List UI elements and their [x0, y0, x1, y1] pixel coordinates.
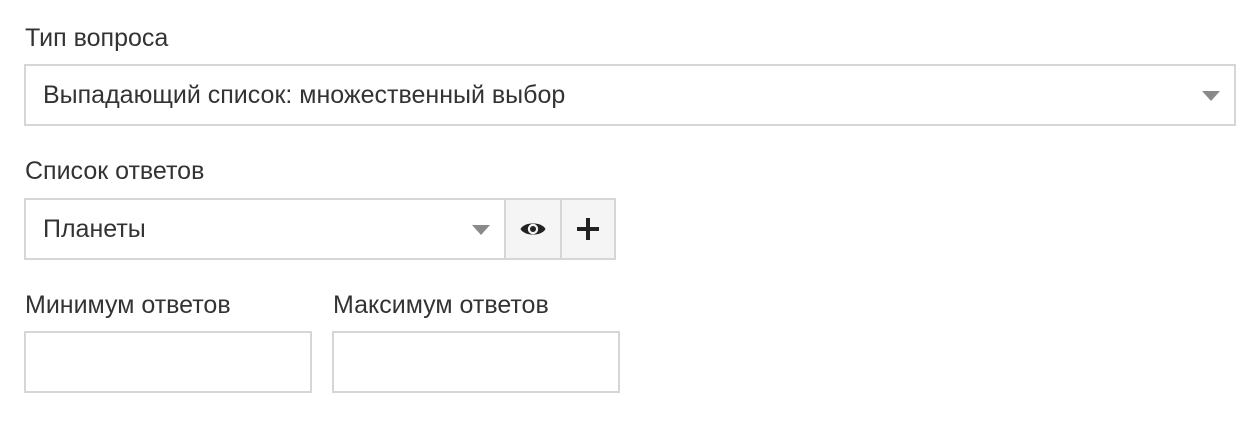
max-answers-label: Максимум ответов [333, 291, 549, 319]
eye-icon [520, 223, 546, 235]
preview-answer-list-button[interactable] [504, 198, 562, 260]
plus-icon [577, 218, 599, 240]
answer-list-select[interactable]: Планеты [24, 198, 506, 260]
question-type-value: Выпадающий список: множественный выбор [43, 80, 566, 109]
max-answers-input[interactable] [332, 331, 620, 393]
add-answer-list-button[interactable] [560, 198, 616, 260]
min-answers-input[interactable] [24, 331, 312, 393]
chevron-down-icon [472, 225, 490, 235]
question-type-select[interactable]: Выпадающий список: множественный выбор [24, 64, 1236, 126]
answer-list-value: Планеты [43, 214, 146, 243]
chevron-down-icon [1202, 91, 1220, 101]
answer-list-label: Список ответов [25, 157, 205, 185]
min-answers-label: Минимум ответов [25, 291, 231, 319]
question-type-label: Тип вопроса [25, 24, 169, 52]
